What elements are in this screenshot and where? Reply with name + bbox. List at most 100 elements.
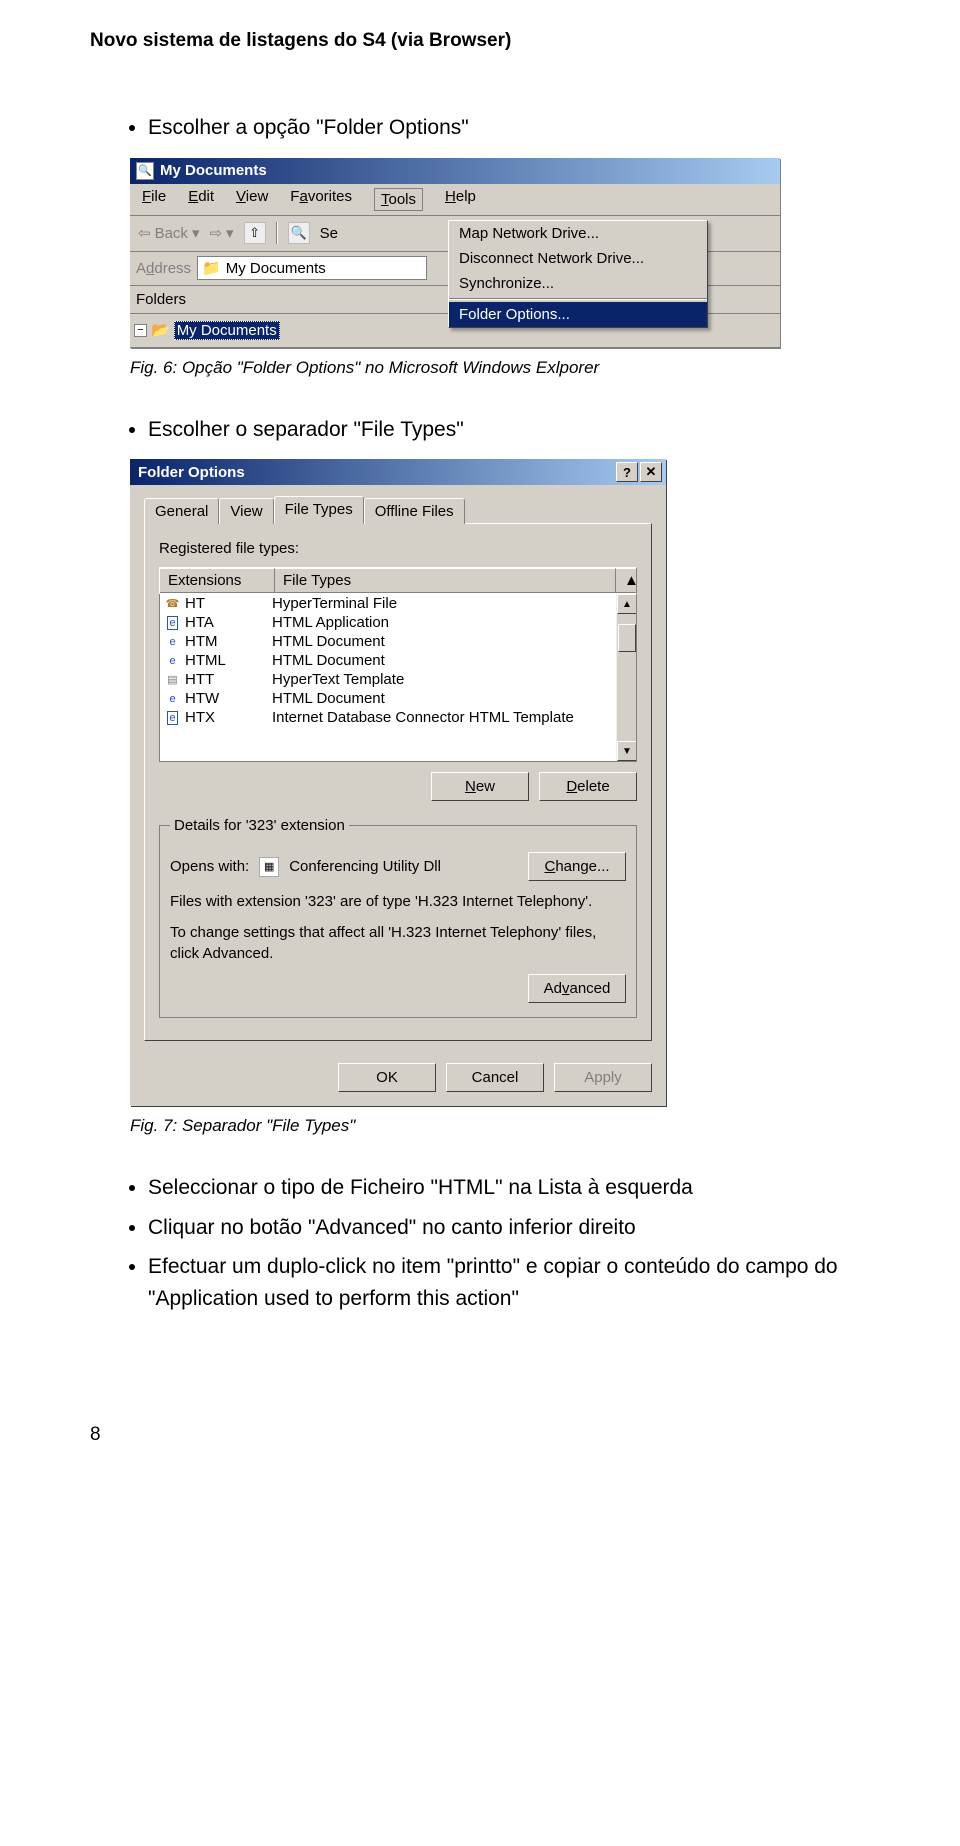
- filetype-cell: HTML Document: [272, 652, 385, 669]
- details-line1: Files with extension '323' are of type '…: [170, 891, 626, 912]
- bullet-click-advanced: Cliquar no botão "Advanced" no canto inf…: [148, 1212, 870, 1244]
- doc-header: Novo sistema de listagens do S4 (via Bro…: [90, 30, 870, 52]
- opens-with-value: Conferencing Utility Dll: [289, 858, 518, 875]
- magnifier-icon: 🔍: [136, 162, 154, 180]
- menu-disconnect-drive[interactable]: Disconnect Network Drive...: [449, 246, 707, 271]
- menu-file[interactable]: FFileile: [142, 188, 166, 211]
- address-label: Address: [136, 260, 191, 277]
- menu-view[interactable]: View: [236, 188, 268, 211]
- arrow-right-icon: ⇨: [209, 224, 222, 242]
- filetype-icon: e: [164, 652, 181, 669]
- ext-cell: HTT: [185, 671, 214, 688]
- details-groupbox: Details for '323' extension Opens with: …: [159, 817, 637, 1018]
- folder-open-icon: 📂: [151, 321, 170, 339]
- arrow-left-icon: ⇦: [138, 224, 151, 242]
- tab-offline-files[interactable]: Offline Files: [364, 498, 465, 524]
- filetype-cell: HTML Document: [272, 633, 385, 650]
- menu-tools[interactable]: Tools: [374, 188, 423, 211]
- opens-with-label: Opens with:: [170, 858, 249, 875]
- apply-button[interactable]: Apply: [554, 1063, 652, 1092]
- up-folder-icon[interactable]: ⇧: [244, 222, 266, 244]
- list-row[interactable]: eHTM HTML Document: [160, 632, 636, 651]
- app-icon: ▦: [259, 857, 279, 877]
- close-button[interactable]: ✕: [640, 462, 662, 482]
- ext-cell: HTW: [185, 690, 219, 707]
- scroll-up-icon[interactable]: ▲: [617, 594, 637, 614]
- scrollbar-track[interactable]: ▲ ▼: [616, 594, 636, 761]
- col-extensions[interactable]: Extensions: [160, 568, 275, 593]
- change-button[interactable]: Change...: [528, 852, 626, 881]
- new-button[interactable]: New: [431, 772, 529, 801]
- scroll-up-button[interactable]: ▲: [616, 568, 636, 593]
- folder-options-dialog: Folder Options ? ✕ General View File Typ…: [130, 459, 666, 1106]
- menu-map-drive[interactable]: Map Network Drive...: [449, 221, 707, 246]
- ext-cell: HTA: [185, 614, 214, 631]
- filetype-cell: HTML Document: [272, 690, 385, 707]
- menu-help[interactable]: Help: [445, 188, 476, 211]
- menu-separator: [449, 298, 707, 300]
- list-row[interactable]: eHTAHTML Application: [160, 613, 636, 632]
- cancel-button[interactable]: Cancel: [446, 1063, 544, 1092]
- bullet-printto: Efectuar um duplo-click no item "printto…: [148, 1251, 870, 1314]
- list-header: Extensions File Types ▲: [159, 567, 637, 594]
- bullet-list-1: Escolher a opção "Folder Options": [90, 112, 870, 144]
- details-line2: To change settings that affect all 'H.32…: [170, 922, 626, 964]
- dialog-tabs: General View File Types Offline Files: [144, 495, 652, 523]
- caption-fig6: Fig. 6: Opção "Folder Options" no Micros…: [130, 358, 870, 378]
- dialog-title: Folder Options: [138, 464, 245, 481]
- ext-cell: HTML: [185, 652, 226, 669]
- explorer-menubar: FFileile Edit View Favorites Tools Help: [130, 184, 780, 216]
- bullet-folder-options: Escolher a opção "Folder Options": [148, 112, 870, 144]
- address-field[interactable]: 📁 My Documents: [197, 256, 427, 280]
- bullet-list-2: Escolher o separador "File Types": [90, 414, 870, 446]
- filetype-icon: e: [164, 709, 181, 726]
- filetype-cell: Internet Database Connector HTML Templat…: [272, 709, 574, 726]
- filetype-icon: ☎: [164, 595, 181, 612]
- menu-folder-options[interactable]: Folder Options...: [449, 302, 707, 327]
- scrollbar-thumb[interactable]: [618, 624, 636, 652]
- tab-file-types[interactable]: File Types: [274, 496, 364, 524]
- help-button[interactable]: ?: [616, 462, 638, 482]
- explorer-window-wrap: 🔍 My Documents FFileile Edit View Favori…: [90, 158, 870, 348]
- address-value: My Documents: [226, 260, 326, 277]
- tools-dropdown-menu: Map Network Drive... Disconnect Network …: [448, 220, 708, 328]
- dialog-footer: OK Cancel Apply: [130, 1051, 666, 1106]
- search-icon[interactable]: 🔍: [288, 222, 310, 244]
- explorer-title: My Documents: [160, 162, 267, 179]
- file-types-list[interactable]: ☎HTHyperTerminal FileeHTAHTML Applicatio…: [159, 594, 637, 762]
- page-number: 8: [90, 1424, 870, 1446]
- tree-item-mydocs[interactable]: My Documents: [174, 321, 280, 340]
- menu-edit[interactable]: Edit: [188, 188, 214, 211]
- tab-view[interactable]: View: [219, 498, 273, 524]
- bullet-list-3: Seleccionar o tipo de Ficheiro "HTML" na…: [90, 1172, 870, 1314]
- tree-toggle-icon[interactable]: −: [134, 324, 147, 337]
- search-label: Se: [320, 225, 338, 242]
- dialog-titlebar: Folder Options ? ✕: [130, 459, 666, 485]
- bullet-select-html: Seleccionar o tipo de Ficheiro "HTML" na…: [148, 1172, 870, 1204]
- list-row[interactable]: ▤HTTHyperText Template: [160, 670, 636, 689]
- list-row[interactable]: eHTWHTML Document: [160, 689, 636, 708]
- explorer-titlebar: 🔍 My Documents: [130, 158, 780, 184]
- details-legend: Details for '323' extension: [170, 817, 349, 834]
- col-file-types[interactable]: File Types: [275, 568, 616, 593]
- delete-button[interactable]: Delete: [539, 772, 637, 801]
- folder-icon: 📁: [202, 259, 221, 277]
- ext-cell: HTX: [185, 709, 215, 726]
- caption-fig7: Fig. 7: Separador "File Types": [130, 1116, 870, 1136]
- filetype-cell: HyperText Template: [272, 671, 404, 688]
- ok-button[interactable]: OK: [338, 1063, 436, 1092]
- registered-types-label: Registered file types:: [159, 540, 637, 557]
- advanced-button[interactable]: Advanced: [528, 974, 626, 1003]
- list-row[interactable]: eHTML HTML Document: [160, 651, 636, 670]
- ext-cell: HTM: [185, 633, 218, 650]
- menu-favorites[interactable]: Favorites: [290, 188, 352, 211]
- list-row[interactable]: eHTX Internet Database Connector HTML Tem…: [160, 708, 636, 727]
- back-button[interactable]: ⇦Back ▾: [138, 224, 199, 242]
- list-row[interactable]: ☎HTHyperTerminal File: [160, 594, 636, 613]
- tab-general[interactable]: General: [144, 498, 219, 524]
- ext-cell: HT: [185, 595, 205, 612]
- scroll-down-icon[interactable]: ▼: [617, 741, 637, 761]
- forward-button[interactable]: ⇨ ▾: [209, 224, 233, 242]
- filetype-icon: e: [164, 633, 181, 650]
- menu-synchronize[interactable]: Synchronize...: [449, 271, 707, 296]
